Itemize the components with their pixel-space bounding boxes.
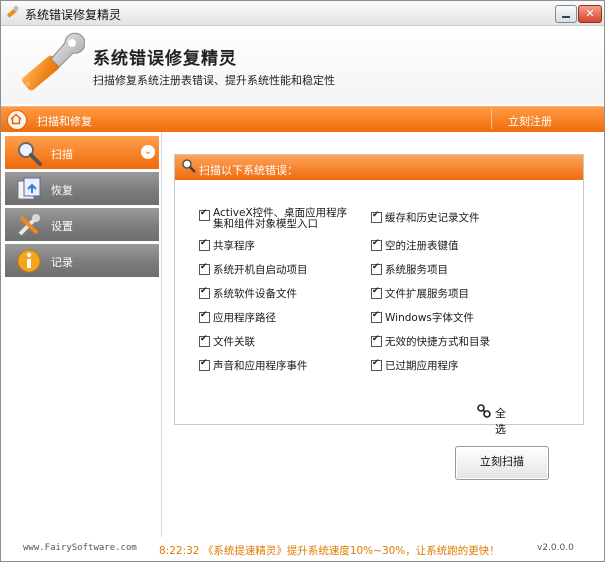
sidebar-item-scan[interactable]: 扫描 ⌄ [5, 136, 159, 169]
link-icon [477, 404, 491, 418]
window-title: 系统错误修复精灵 [25, 8, 122, 22]
option-label: 缓存和历史记录文件 [385, 212, 480, 224]
option-label: 声音和应用程序事件 [213, 360, 308, 372]
status-bar: www.FairySoftware.com 8:22:32 《系统提速精灵》提升… [1, 537, 604, 561]
option-label: 无效的快捷方式和目录 [385, 336, 490, 348]
sidebar-item-restore[interactable]: 恢复 [5, 172, 159, 205]
close-button[interactable]: ✕ [578, 5, 602, 23]
app-header: 系统错误修复精灵 扫描修复系统注册表错误、提升系统性能和稳定性 [1, 26, 604, 104]
option-label: 已过期应用程序 [385, 360, 459, 372]
checkbox[interactable] [371, 210, 382, 223]
app-name: 系统错误修复精灵 [93, 49, 237, 69]
option-label: 共享程序 [213, 240, 255, 252]
app-slogan: 扫描修复系统注册表错误、提升系统性能和稳定性 [93, 74, 335, 87]
option-label: 系统开机自启动项目 [213, 264, 308, 276]
checkbox[interactable] [371, 310, 382, 323]
section-bar: 扫描和修复 立刻注册 [1, 106, 604, 132]
wrench-logo-icon [22, 32, 85, 91]
sidebar-item-label: 恢复 [51, 184, 73, 197]
option-label: Windows字体文件 [385, 312, 474, 324]
checkbox[interactable] [199, 310, 210, 323]
minimize-button[interactable] [555, 5, 577, 23]
checkbox[interactable] [371, 358, 382, 371]
checkbox[interactable] [199, 238, 210, 251]
magnifier-icon [18, 142, 42, 166]
checkbox[interactable] [199, 334, 210, 347]
select-all-label: 全选 [495, 407, 506, 436]
website-link[interactable]: www.FairySoftware.com [23, 543, 137, 553]
sidebar-item-label: 设置 [51, 220, 73, 233]
option-label: ActiveX控件、桌面应用程序集和组件对象模型入口 [213, 207, 348, 230]
tools-icon [18, 214, 40, 236]
panel-title: 扫描以下系统错误： [199, 164, 298, 177]
restore-icon [17, 177, 41, 200]
option-label: 文件关联 [213, 336, 255, 348]
sidebar: 扫描 ⌄ 恢复 设置 记录 [1, 132, 162, 542]
option-label: 应用程序路径 [213, 312, 276, 324]
app-window: 系统错误修复精灵 ✕ 系统错误修复精灵 扫描修复系统注册表错误、提升系统性能和稳… [0, 0, 605, 562]
section-label: 扫描和修复 [37, 115, 92, 128]
option-label: 系统软件设备文件 [213, 288, 297, 300]
magnifier-icon [182, 159, 196, 173]
divider [491, 109, 492, 129]
info-icon [17, 249, 41, 273]
option-label: 文件扩展服务项目 [385, 288, 469, 300]
panel-header: 扫描以下系统错误： [175, 155, 583, 180]
checkbox[interactable] [371, 238, 382, 251]
register-link[interactable]: 立刻注册 [508, 113, 552, 129]
checkbox[interactable] [371, 262, 382, 275]
option-label: 系统服务项目 [385, 264, 448, 276]
sidebar-item-log[interactable]: 记录 [5, 244, 159, 277]
checkbox[interactable] [199, 208, 210, 221]
option-label: 空的注册表键值 [385, 240, 459, 252]
checkbox[interactable] [199, 358, 210, 371]
wrench-app-icon [7, 5, 19, 18]
version-label: v2.0.0.0 [537, 543, 574, 553]
scan-options-panel: 扫描以下系统错误： ActiveX控件、桌面应用程序集和组件对象模型入口 共享程… [174, 154, 584, 425]
promo-text[interactable]: 8:22:32 《系统提速精灵》提升系统速度10%~30%，让系统跑的更快！ [159, 543, 500, 558]
scan-now-button[interactable]: 立刻扫描 [455, 446, 549, 480]
home-icon[interactable] [7, 110, 27, 130]
chevron-down-icon: ⌄ [141, 145, 155, 159]
sidebar-item-label: 记录 [51, 256, 73, 269]
checkbox[interactable] [371, 286, 382, 299]
sidebar-item-settings[interactable]: 设置 [5, 208, 159, 241]
title-bar: 系统错误修复精灵 ✕ [1, 1, 604, 26]
checkbox[interactable] [371, 334, 382, 347]
checkbox[interactable] [199, 286, 210, 299]
checkbox[interactable] [199, 262, 210, 275]
sidebar-item-label: 扫描 [51, 148, 73, 161]
